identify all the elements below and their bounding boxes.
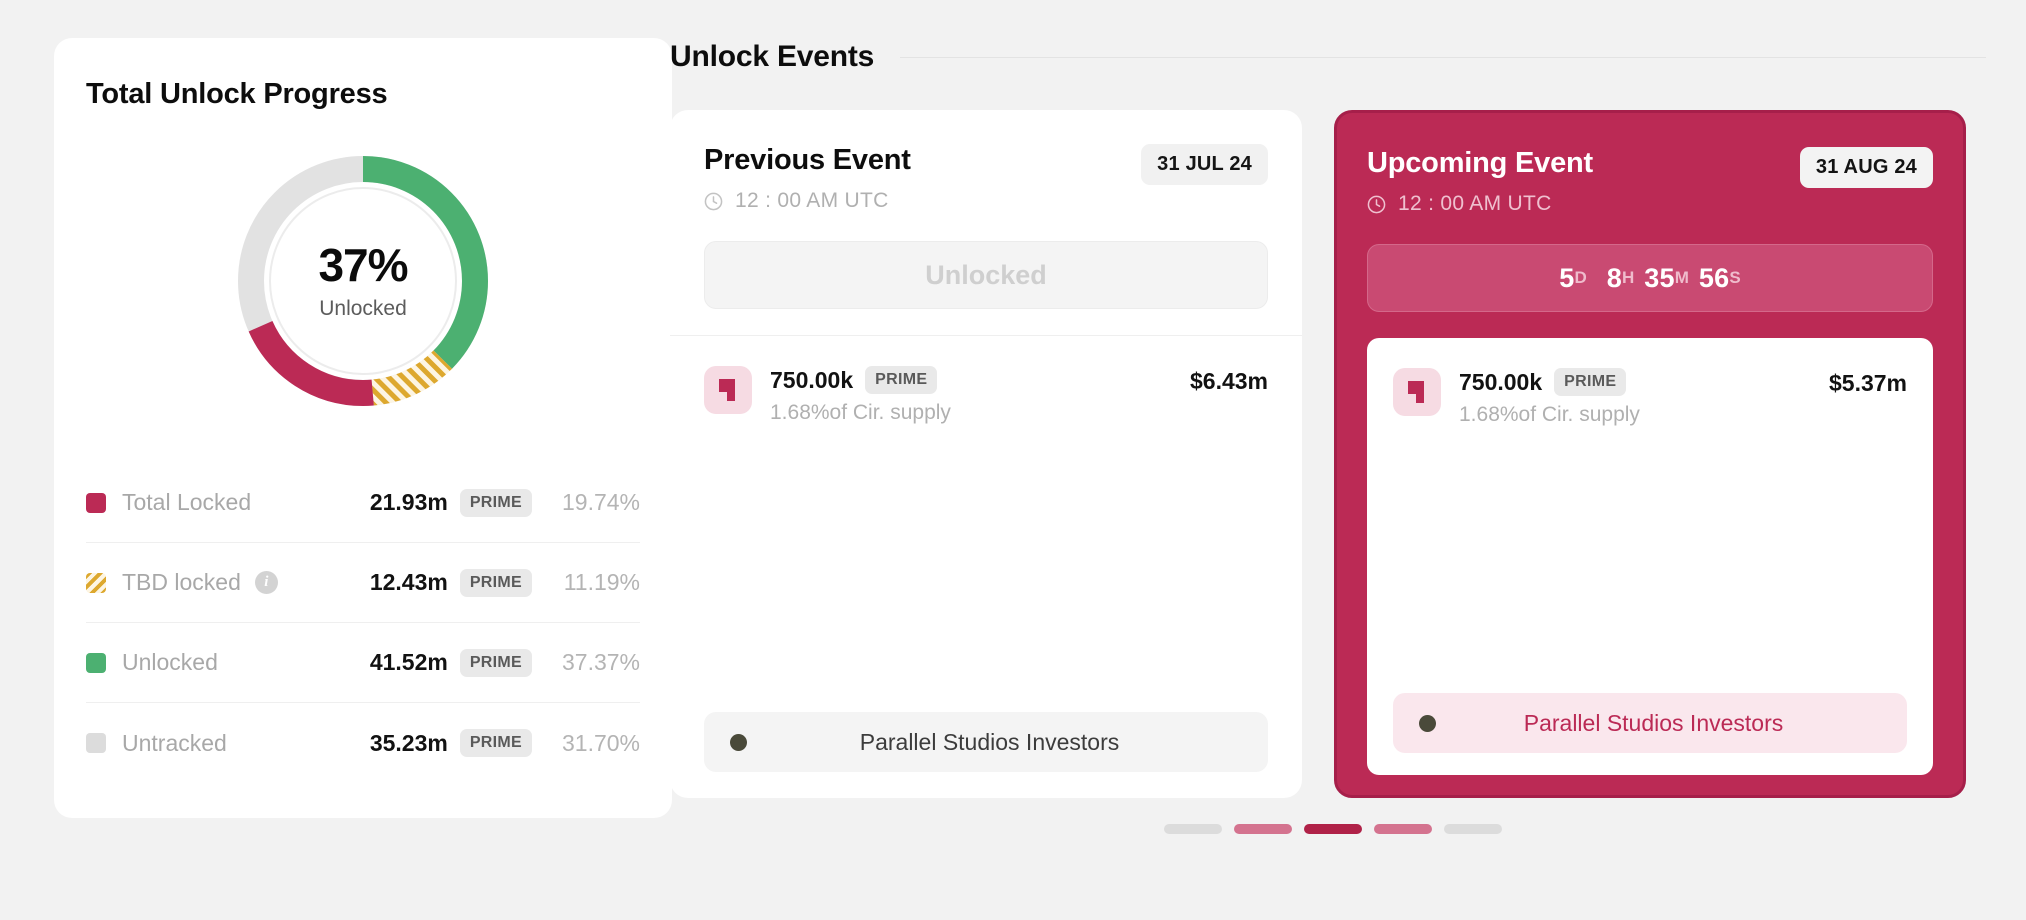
previous-event-investor-pill[interactable]: Parallel Studios Investors [704, 712, 1268, 772]
carousel-pagination[interactable] [670, 824, 1996, 834]
countdown-minutes: 35 [1644, 263, 1674, 294]
prime-logo-icon [1404, 379, 1430, 405]
countdown-days-unit: D [1575, 268, 1587, 288]
investor-label: Parallel Studios Investors [747, 729, 1242, 756]
ticker-badge: PRIME [460, 569, 532, 597]
token-details: 750.00k PRIME 1.68%of Cir. supply [770, 366, 951, 425]
upcoming-event-header: Upcoming Event 12 : 00 AM UTC 31 AUG 24 [1367, 147, 1933, 216]
unlock-events-header: Unlock Events [670, 40, 2026, 74]
token-supply-note: 1.68%of Cir. supply [1459, 403, 1640, 427]
countdown-seconds-unit: S [1729, 268, 1740, 288]
upcoming-event-card[interactable]: Upcoming Event 12 : 00 AM UTC 31 AUG 24 … [1334, 110, 1966, 798]
legend-percent: 19.74% [532, 489, 640, 516]
token-amount-line: 750.00k PRIME [770, 366, 951, 394]
token-supply-note: 1.68%of Cir. supply [770, 401, 951, 425]
prime-token-icon [1393, 368, 1441, 416]
crimson-swatch-icon [86, 493, 106, 513]
clock-icon [704, 192, 723, 211]
prime-logo-icon [715, 377, 741, 403]
legend-amount: 35.23m [370, 730, 448, 757]
investor-dot-icon [1419, 715, 1436, 732]
token-row[interactable]: 750.00k PRIME 1.68%of Cir. supply $6.43m [704, 366, 1268, 425]
right-column: Unlock Events Previous Event 12 : 00 AM … [670, 0, 2026, 920]
countdown-seconds: 56 [1699, 263, 1729, 294]
legend-percent: 31.70% [532, 730, 640, 757]
legend-label: TBD locked [122, 569, 241, 596]
ticker-badge: PRIME [460, 649, 532, 677]
legend-label: Total Locked [122, 489, 251, 516]
upcoming-event-body: 750.00k PRIME 1.68%of Cir. supply $5.37m… [1367, 338, 1933, 775]
pagination-dot-4[interactable] [1374, 824, 1432, 834]
green-swatch-icon [86, 653, 106, 673]
pagination-dot-2[interactable] [1234, 824, 1292, 834]
previous-event-body: 750.00k PRIME 1.68%of Cir. supply $6.43m… [670, 335, 1302, 798]
upcoming-event-time: 12 : 00 AM UTC [1398, 192, 1552, 216]
legend-amount: 12.43m [370, 569, 448, 596]
event-cards-row: Previous Event 12 : 00 AM UTC 31 JUL 24 … [670, 110, 2026, 798]
legend-amount: 41.52m [370, 649, 448, 676]
token-row[interactable]: 750.00k PRIME 1.68%of Cir. supply $5.37m [1393, 368, 1907, 427]
legend-amount: 21.93m [370, 489, 448, 516]
spacer [704, 425, 1268, 712]
gray-swatch-icon [86, 733, 106, 753]
section-title: Unlock Events [670, 40, 874, 74]
legend-row-unlocked[interactable]: Unlocked 41.52m PRIME 37.37% [86, 623, 640, 703]
previous-event-card[interactable]: Previous Event 12 : 00 AM UTC 31 JUL 24 … [670, 110, 1302, 798]
countdown-hours: 8 [1607, 263, 1622, 294]
token-usd-value: $5.37m [1829, 368, 1907, 397]
previous-event-title-block: Previous Event 12 : 00 AM UTC [704, 144, 911, 213]
countdown-timer: 5D8H 35M 56S [1367, 244, 1933, 312]
upcoming-event-investor-pill[interactable]: Parallel Studios Investors [1393, 693, 1907, 753]
ticker-badge: PRIME [865, 366, 937, 394]
legend: Total Locked 21.93m PRIME 19.74% TBD loc… [86, 463, 640, 783]
countdown-hours-unit: H [1622, 268, 1634, 288]
pagination-dot-3-active[interactable] [1304, 824, 1362, 834]
page-title: Total Unlock Progress [86, 78, 640, 111]
legend-label: Unlocked [122, 649, 218, 676]
token-amount: 750.00k [770, 367, 853, 394]
token-details: 750.00k PRIME 1.68%of Cir. supply [1459, 368, 1640, 427]
previous-event-date-badge: 31 JUL 24 [1141, 144, 1268, 185]
donut-svg [227, 145, 499, 417]
investor-label: Parallel Studios Investors [1436, 710, 1881, 737]
previous-event-status-bar: Unlocked [704, 241, 1268, 309]
unlock-dashboard: Total Unlock Progress [0, 0, 2026, 920]
countdown-days: 5 [1559, 263, 1574, 294]
previous-event-heading: Previous Event [704, 144, 911, 177]
info-icon[interactable]: i [255, 571, 278, 594]
clock-icon [1367, 195, 1386, 214]
legend-label: Untracked [122, 730, 227, 757]
upcoming-event-date-badge: 31 AUG 24 [1800, 147, 1933, 188]
previous-event-header: Previous Event 12 : 00 AM UTC 31 JUL 24 [704, 144, 1268, 213]
token-amount: 750.00k [1459, 369, 1542, 396]
token-amount-line: 750.00k PRIME [1459, 368, 1640, 396]
legend-row-total-locked[interactable]: Total Locked 21.93m PRIME 19.74% [86, 463, 640, 543]
left-column: Total Unlock Progress [0, 0, 670, 920]
previous-event-time-row: 12 : 00 AM UTC [704, 189, 911, 213]
legend-row-untracked[interactable]: Untracked 35.23m PRIME 31.70% [86, 703, 640, 783]
ticker-badge: PRIME [1554, 368, 1626, 396]
divider [900, 57, 1986, 58]
unlock-progress-donut[interactable]: 37% Unlocked [227, 145, 499, 417]
pagination-dot-1[interactable] [1164, 824, 1222, 834]
ticker-badge: PRIME [460, 489, 532, 517]
legend-percent: 37.37% [532, 649, 640, 676]
legend-percent: 11.19% [532, 569, 640, 596]
prime-token-icon [704, 366, 752, 414]
ticker-badge: PRIME [460, 729, 532, 757]
striped-swatch-icon [86, 573, 106, 593]
token-usd-value: $6.43m [1190, 366, 1268, 395]
investor-dot-icon [730, 734, 747, 751]
upcoming-event-title-block: Upcoming Event 12 : 00 AM UTC [1367, 147, 1593, 216]
pagination-dot-5[interactable] [1444, 824, 1502, 834]
spacer [1393, 427, 1907, 693]
countdown-minutes-unit: M [1675, 268, 1689, 288]
upcoming-event-time-row: 12 : 00 AM UTC [1367, 192, 1593, 216]
legend-row-tbd-locked[interactable]: TBD locked i 12.43m PRIME 11.19% [86, 543, 640, 623]
total-unlock-progress-card: Total Unlock Progress [54, 38, 672, 818]
upcoming-event-heading: Upcoming Event [1367, 147, 1593, 180]
donut-chart-wrap: 37% Unlocked [86, 145, 640, 417]
previous-event-time: 12 : 00 AM UTC [735, 189, 889, 213]
